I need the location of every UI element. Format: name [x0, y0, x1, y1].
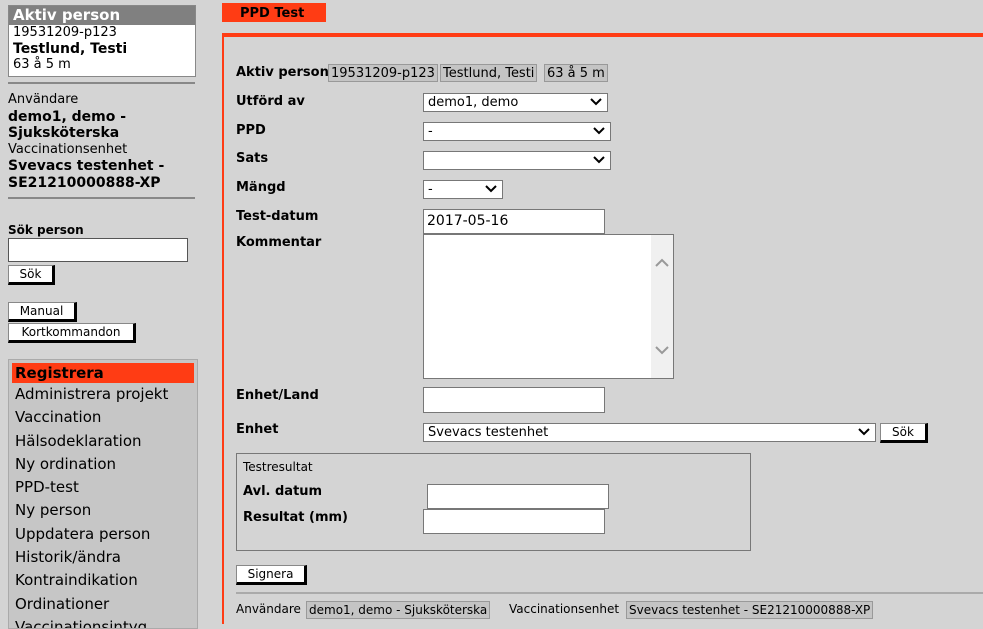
menu-item-ny-person[interactable]: Ny person — [9, 499, 197, 522]
batch-select[interactable] — [423, 151, 611, 170]
unit-country-label: Enhet/Land — [236, 388, 319, 403]
unit-search-button[interactable]: Sök — [880, 423, 928, 443]
batch-label: Sats — [236, 151, 269, 166]
ppd-label: PPD — [236, 123, 266, 138]
test-date-label: Test-datum — [236, 209, 319, 224]
menu-item-vaccination[interactable]: Vaccination — [9, 406, 197, 429]
menu-item-ppd-test[interactable]: PPD-test — [9, 476, 197, 499]
ppd-select[interactable]: - — [423, 122, 611, 141]
active-person-age: 63 å 5 m — [13, 57, 71, 72]
menu-item-halsodeklaration[interactable]: Hälsodeklaration — [9, 430, 197, 453]
footer-user-label: Användare — [236, 602, 301, 616]
performed-by-label: Utförd av — [236, 94, 305, 109]
test-result-legend: Testresultat — [243, 460, 313, 474]
menu-heading-registrera[interactable]: Registrera — [12, 363, 194, 383]
test-date-input[interactable]: 2017-05-16 — [423, 209, 605, 234]
unit-label: Enhet — [236, 422, 279, 437]
chevron-down-icon — [590, 98, 602, 106]
user-value: demo1, demo - Sjuksköterska — [8, 108, 127, 142]
result-mm-input[interactable] — [423, 509, 605, 534]
active-person-box: Aktiv person 19531209-p123 Testlund, Tes… — [8, 5, 196, 77]
amount-select[interactable]: - — [423, 180, 503, 199]
unit-select[interactable]: Svevacs testenhet — [423, 423, 876, 442]
ppd-value: - — [428, 124, 433, 139]
comment-label: Kommentar — [236, 235, 322, 250]
chevron-down-icon — [485, 185, 497, 193]
search-person-label: Sök person — [8, 223, 84, 237]
menu-item-uppdatera-person[interactable]: Uppdatera person — [9, 523, 197, 546]
navigation-menu: Registrera Administrera projekt Vaccinat… — [8, 359, 198, 629]
footer-unit-value: Svevacs testenhet - SE21210000888-XP — [626, 601, 874, 619]
result-mm-label: Resultat (mm) — [243, 510, 348, 525]
divider — [8, 82, 195, 84]
search-person-button[interactable]: Sök — [8, 265, 55, 285]
active-person-id: 19531209-p123 — [13, 25, 117, 40]
footer-divider — [236, 592, 983, 594]
unit-value: Svevacs testenhet — [428, 425, 549, 440]
chevron-down-icon — [593, 127, 605, 135]
menu-item-ordinationer[interactable]: Ordinationer — [9, 593, 197, 616]
chevron-up-icon[interactable] — [654, 256, 670, 270]
menu-item-administrera-projekt[interactable]: Administrera projekt — [9, 383, 197, 406]
menu-item-vaccinationsintyg[interactable]: Vaccinationsintyg — [9, 616, 197, 628]
menu-item-ny-ordination[interactable]: Ny ordination — [9, 453, 197, 476]
amount-value: - — [428, 182, 433, 197]
tab-ppd-test[interactable]: PPD Test — [222, 3, 326, 22]
sidebar: Aktiv person 19531209-p123 Testlund, Tes… — [0, 0, 205, 629]
manual-button[interactable]: Manual — [8, 302, 77, 322]
search-person-input[interactable] — [8, 238, 188, 262]
chevron-down-icon[interactable] — [654, 343, 670, 357]
unit-country-input[interactable] — [423, 387, 605, 413]
unit-label: Vaccinationsenhet — [8, 141, 128, 157]
active-person-name: Testlund, Testi — [13, 41, 128, 57]
form-active-person-label: Aktiv person — [236, 65, 329, 80]
form-active-person-id: 19531209-p123 — [328, 64, 438, 82]
read-date-label: Avl. datum — [243, 484, 323, 499]
unit-value: Svevacs testenhet - SE21210000888-XP — [8, 158, 165, 191]
sign-button[interactable]: Signera — [236, 565, 307, 585]
divider — [8, 197, 195, 199]
comment-textarea[interactable] — [423, 234, 674, 379]
read-date-input[interactable] — [427, 484, 609, 509]
performed-by-select[interactable]: demo1, demo — [423, 93, 608, 112]
chevron-down-icon — [593, 156, 605, 164]
menu-item-historik-andra[interactable]: Historik/ändra — [9, 546, 197, 569]
performed-by-value: demo1, demo — [428, 95, 519, 110]
user-label: Användare — [8, 92, 79, 107]
amount-label: Mängd — [236, 180, 286, 195]
chevron-down-icon — [858, 428, 870, 436]
shortcuts-button[interactable]: Kortkommandon — [8, 323, 136, 343]
form-active-person-age: 63 å 5 m — [544, 64, 608, 82]
footer-user-value: demo1, demo - Sjuksköterska — [306, 601, 491, 619]
active-person-heading: Aktiv person — [9, 6, 195, 25]
menu-item-kontraindikation[interactable]: Kontraindikation — [9, 569, 197, 592]
session-info: Användare demo1, demo - Sjuksköterska Va… — [8, 92, 198, 191]
footer-unit-label: Vaccinationsenhet — [509, 602, 620, 616]
comment-scrollbar[interactable] — [651, 235, 673, 378]
form-active-person-name: Testlund, Testi — [440, 64, 538, 82]
